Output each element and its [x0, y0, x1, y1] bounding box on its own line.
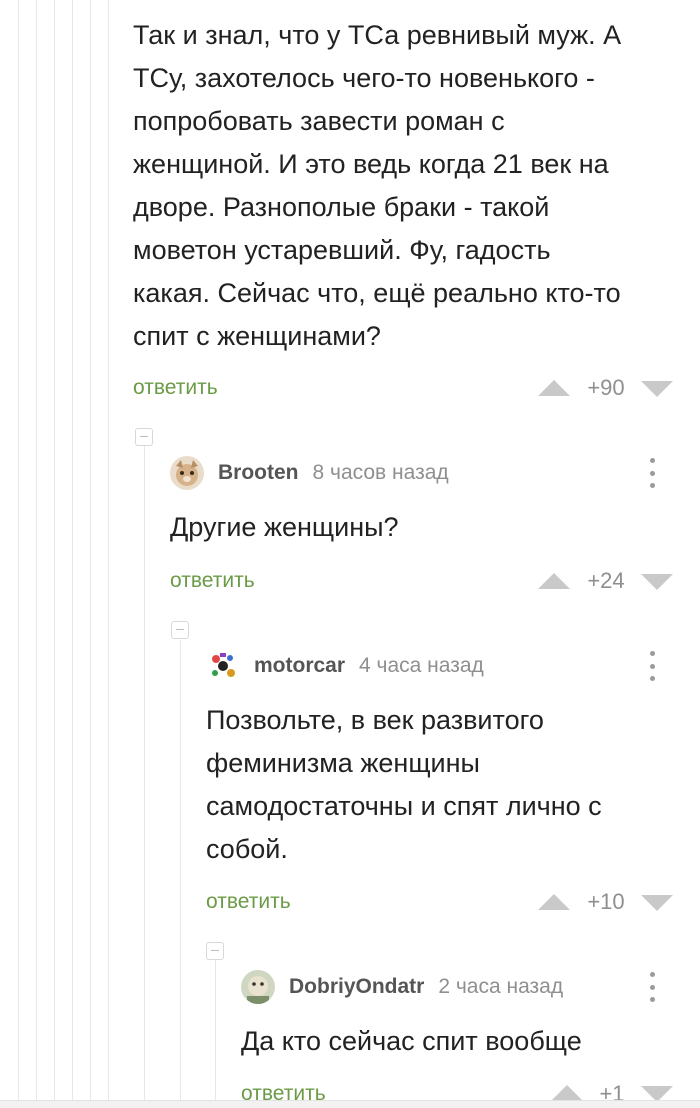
text-line: собой.	[206, 834, 288, 864]
triangle-down-icon[interactable]	[641, 895, 673, 911]
vertical-dots-icon[interactable]	[648, 458, 656, 488]
timestamp[interactable]: 2 часа назад	[438, 975, 563, 999]
text-line: моветон устаревший. Фу, гадость	[133, 235, 551, 265]
thread-line	[108, 0, 109, 1100]
thread-line	[90, 0, 91, 1100]
triangle-down-icon[interactable]	[641, 381, 673, 397]
comment-text: Позвольте, в век развитого феминизма жен…	[206, 699, 690, 871]
avatar[interactable]	[170, 456, 204, 490]
username[interactable]: DobriyOndatr	[289, 975, 424, 999]
reply-button[interactable]: ответить	[206, 890, 291, 914]
thread-line	[144, 446, 145, 1100]
text-line: попробовать завести роман с	[133, 106, 505, 136]
text-line: Позвольте, в век развитого	[206, 705, 544, 735]
comment-text: Да кто сейчас спит вообще	[241, 1020, 691, 1063]
comment-text: Другие женщины?	[170, 506, 690, 549]
minus-box-icon[interactable]	[135, 428, 153, 446]
avatar[interactable]	[241, 970, 275, 1004]
rating-value: +10	[587, 889, 625, 914]
comment-header: DobriyOndatr 2 часа назад	[241, 967, 563, 1007]
text-line: Другие женщины?	[170, 512, 399, 542]
text-line: Да кто сейчас спит вообще	[241, 1026, 582, 1056]
triangle-down-icon[interactable]	[641, 574, 673, 590]
triangle-up-icon[interactable]	[538, 573, 570, 589]
text-line: дворе. Разнополые браки - такой	[133, 192, 550, 222]
thread-line	[215, 960, 216, 1100]
avatar[interactable]	[206, 649, 240, 683]
comment-text: Так и знал, что у ТСа ревнивый муж. А ТС…	[133, 14, 693, 358]
text-line: спит с женщинами?	[133, 321, 381, 351]
timestamp[interactable]: 4 часа назад	[359, 654, 484, 678]
bottom-bar	[0, 1100, 700, 1108]
reply-button[interactable]: ответить	[170, 569, 255, 593]
thread-line	[72, 0, 73, 1100]
triangle-up-icon[interactable]	[551, 1085, 583, 1101]
reply-button[interactable]: ответить	[133, 376, 218, 400]
username[interactable]: Brooten	[218, 461, 299, 485]
rating-value: +90	[587, 375, 625, 400]
text-line: какая. Сейчас что, ещё реально кто-то	[133, 278, 621, 308]
rating-value: +24	[587, 568, 625, 593]
minus-box-icon[interactable]	[206, 942, 224, 960]
comment-header: motorcar 4 часа назад	[206, 646, 484, 686]
triangle-up-icon[interactable]	[538, 380, 570, 396]
text-line: ТСу, захотелось чего-то новенького -	[133, 63, 595, 93]
vertical-dots-icon[interactable]	[648, 972, 656, 1002]
thread-line	[18, 0, 19, 1100]
triangle-up-icon[interactable]	[538, 894, 570, 910]
thread-line	[180, 640, 181, 1100]
timestamp[interactable]: 8 часов назад	[313, 461, 449, 485]
text-line: феминизма женщины	[206, 748, 480, 778]
minus-box-icon[interactable]	[171, 621, 189, 639]
vertical-dots-icon[interactable]	[648, 651, 656, 681]
thread-line	[36, 0, 37, 1100]
text-line: женщиной. И это ведь когда 21 век на	[133, 149, 609, 179]
comment-header: Brooten 8 часов назад	[170, 453, 449, 493]
username[interactable]: motorcar	[254, 654, 345, 678]
text-line: самодостаточны и спят лично с	[206, 791, 602, 821]
text-line: Так и знал, что у ТСа ревнивый муж. А	[133, 20, 622, 50]
thread-line	[54, 0, 55, 1100]
